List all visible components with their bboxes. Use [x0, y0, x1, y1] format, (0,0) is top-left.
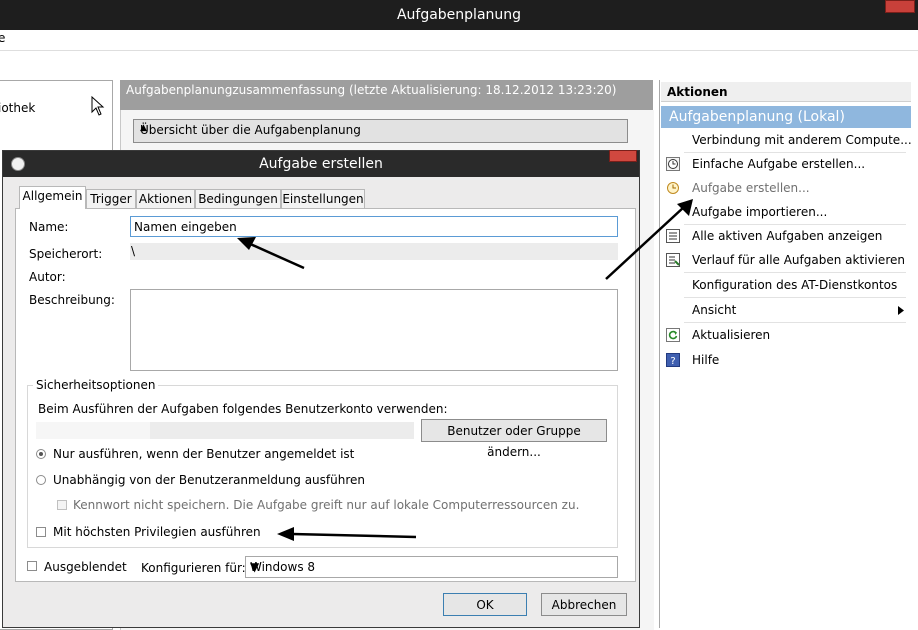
checkbox-highest-privileges[interactable] — [36, 527, 46, 537]
location-label: Speicherort: — [29, 247, 103, 261]
configure-for-label: Konfigurieren für: — [141, 561, 246, 575]
dialog-title: Aufgabe erstellen — [3, 151, 639, 177]
radio-run-independent-label[interactable]: Unabhängig von der Benutzeranmeldung aus… — [53, 473, 365, 487]
menu-item[interactable]: e — [0, 30, 5, 46]
actions-section-local[interactable]: Aufgabenplanung (Lokal) — [661, 106, 911, 128]
tab-trigger[interactable]: Trigger — [86, 189, 136, 208]
user-account-label: Beim Ausführen der Aufgaben folgendes Be… — [38, 402, 448, 416]
checkbox-hidden-label[interactable]: Ausgeblendet — [44, 560, 127, 574]
action-label: Aufgabe erstellen... — [692, 181, 810, 195]
submenu-arrow-icon — [898, 306, 904, 315]
action-help[interactable]: ? Hilfe — [666, 349, 906, 371]
description-label: Beschreibung: — [29, 293, 115, 307]
action-enable-history[interactable]: Verlauf für alle Aufgaben aktivieren — [666, 249, 906, 271]
checkbox-highest-privileges-label[interactable]: Mit höchsten Privilegien ausführen — [53, 525, 261, 539]
action-create-task[interactable]: Aufgabe erstellen... — [666, 177, 906, 199]
cancel-button[interactable]: Abbrechen — [541, 593, 627, 616]
window-close-button[interactable] — [885, 0, 915, 13]
action-label: Aktualisieren — [692, 328, 771, 342]
author-label: Autor: — [29, 270, 66, 284]
collapse-arrow-icon: ▲ — [140, 123, 147, 133]
overview-section-toggle[interactable]: Übersicht über die Aufgabenplanung ▲ — [133, 119, 628, 143]
summary-header: Aufgabenplanungzusammenfassung (letzte A… — [120, 80, 653, 110]
summary-header-text: Aufgabenplanungzusammenfassung (letzte A… — [126, 83, 617, 97]
tab-actions[interactable]: Aktionen — [136, 189, 195, 208]
action-separator — [684, 297, 906, 298]
clock-wizard-icon — [666, 157, 680, 171]
action-connect-computer[interactable]: Verbindung mit anderem Compute... — [666, 129, 912, 151]
action-separator — [684, 322, 906, 323]
action-label: Aufgabe importieren... — [692, 205, 828, 219]
checkbox-hidden[interactable] — [27, 561, 37, 571]
svg-text:?: ? — [670, 356, 675, 367]
task-scheduler-icon — [11, 157, 25, 171]
window-title: Aufgabenplanung — [0, 0, 918, 30]
list-icon — [666, 229, 680, 243]
configure-for-select[interactable]: Windows 8 ▼ — [245, 556, 618, 578]
action-label: Einfache Aufgabe erstellen... — [692, 157, 866, 171]
action-show-running-tasks[interactable]: Alle aktiven Aufgaben anzeigen — [666, 225, 906, 247]
action-import-task[interactable]: Aufgabe importieren... — [666, 201, 906, 223]
location-field — [130, 243, 618, 260]
action-label: Hilfe — [692, 353, 720, 367]
refresh-icon — [666, 328, 680, 342]
name-input[interactable] — [130, 216, 618, 237]
help-icon: ? — [666, 353, 680, 367]
dialog-close-button[interactable] — [609, 150, 637, 162]
action-separator — [684, 272, 906, 273]
tree-item-task-library[interactable]: iothek — [0, 101, 35, 115]
tab-general[interactable]: Allgemein — [19, 186, 86, 209]
radio-run-independent[interactable] — [36, 475, 46, 485]
history-icon — [666, 253, 680, 267]
action-label: Verlauf für alle Aufgaben aktivieren — [692, 253, 905, 267]
menu-bar — [0, 30, 918, 51]
action-view-menu[interactable]: Ansicht — [666, 299, 906, 321]
description-textarea[interactable] — [130, 289, 618, 371]
clock-icon — [667, 182, 679, 194]
action-label: Alle aktiven Aufgaben anzeigen — [692, 229, 883, 243]
security-options-legend: Sicherheitsoptionen — [33, 378, 159, 392]
action-at-service-account[interactable]: Konfiguration des AT-Dienstkontos — [666, 274, 906, 296]
action-label: Ansicht — [692, 303, 737, 317]
location-value: \ — [131, 244, 136, 258]
actions-header: Aktionen — [661, 82, 911, 102]
checkbox-no-password-label: Kennwort nicht speichern. Die Aufgabe gr… — [73, 498, 580, 512]
change-user-button[interactable]: Benutzer oder Gruppe ändern... — [421, 419, 607, 459]
radio-run-logged-on[interactable] — [36, 449, 46, 459]
mouse-cursor-icon — [91, 96, 105, 116]
tab-conditions[interactable]: Bedingungen — [195, 189, 281, 208]
action-label: Konfiguration des AT-Dienstkontos — [692, 278, 898, 292]
action-label: Verbindung mit anderem Compute... — [692, 133, 912, 147]
radio-run-logged-on-label[interactable]: Nur ausführen, wenn der Benutzer angemel… — [53, 447, 354, 461]
chevron-down-icon: ▼ — [250, 560, 260, 574]
name-label: Name: — [29, 220, 69, 234]
tab-settings[interactable]: Einstellungen — [281, 189, 365, 208]
action-create-basic-task[interactable]: Einfache Aufgabe erstellen... — [666, 153, 906, 175]
checkbox-no-password[interactable] — [57, 500, 67, 510]
ok-button[interactable]: OK — [443, 593, 527, 616]
action-refresh[interactable]: Aktualisieren — [666, 324, 906, 346]
user-account-value — [36, 422, 150, 439]
